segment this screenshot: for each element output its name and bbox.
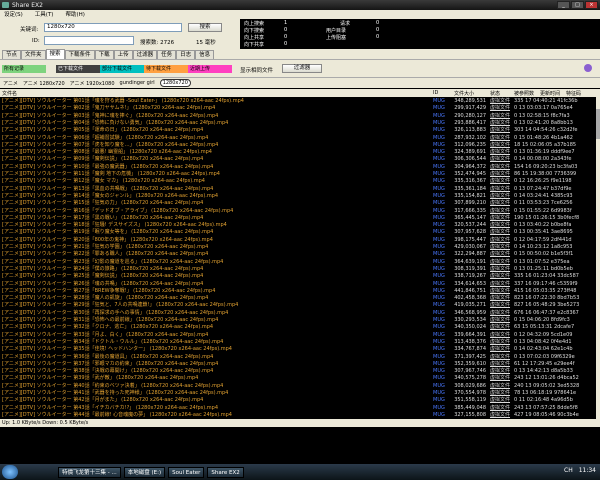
maximize-button[interactable]: □ xyxy=(571,1,584,9)
down-node-label: 向下共享 xyxy=(244,42,265,48)
filter-recent-upload[interactable]: 近期上传 xyxy=(188,65,232,73)
tab-upload[interactable]: 上传 xyxy=(113,50,133,59)
filter-button[interactable]: 过滤器 xyxy=(282,64,322,73)
filter-pending[interactable]: 待下载文件 xyxy=(144,65,188,73)
column-count[interactable]: 被参照数 xyxy=(514,90,534,97)
column-status[interactable]: 状态 xyxy=(490,90,500,97)
up-search-label: 向上搜索 xyxy=(244,21,265,27)
system-tray: CH 11:34 xyxy=(564,467,596,474)
column-id[interactable]: ID xyxy=(433,90,438,96)
tab-folders[interactable]: 文件夹 xyxy=(21,50,46,59)
title-bar: Share EX2 _ □ × xyxy=(0,0,600,10)
up-node-label: 向上共享 xyxy=(244,35,265,41)
request-label: 请求 xyxy=(340,21,351,27)
filter-all[interactable]: 所有记录 xyxy=(2,65,46,73)
search-button[interactable]: 搜索 xyxy=(188,23,222,32)
taskbar-item-4[interactable]: Share EX2 xyxy=(207,466,244,478)
file-stats-cell: 427 19 08:05:46 90c3b4e xyxy=(514,411,579,418)
search-time: 15 毫秒 xyxy=(196,40,216,46)
tab-info[interactable]: 信息 xyxy=(195,50,215,59)
request-value: 0 xyxy=(376,20,380,26)
down-search-value: 0 xyxy=(284,27,288,33)
column-size[interactable]: 文件大小 xyxy=(454,90,474,97)
tab-filter[interactable]: 过滤器 xyxy=(132,50,158,59)
menu-bar: 设定(S) 工具(T) 帮助(H) xyxy=(0,10,600,18)
file-name-cell: [アニメ][DTV] ソウルイーター 第44話「最前線! 心音魂魔の夢」 (12… xyxy=(2,411,232,418)
filter-partial[interactable]: 部分下载文件 xyxy=(100,65,144,73)
taskbar: 特價飞龙第十三集 - ... 本地磁盘 (E:) Soul Eater Shar… xyxy=(0,464,600,480)
tab-download[interactable]: 下载 xyxy=(94,50,114,59)
desktop-area xyxy=(0,427,600,464)
tab-tasks[interactable]: 任务 xyxy=(157,50,177,59)
preset-1280x720[interactable]: 1280x720 xyxy=(159,79,191,87)
scrollbar-thumb[interactable] xyxy=(596,109,600,139)
vertical-scrollbar[interactable] xyxy=(596,89,600,419)
start-button[interactable] xyxy=(2,465,18,479)
keyword-input[interactable]: 1280x720 xyxy=(44,23,182,32)
file-status-cell: 虚拟文件 xyxy=(490,411,511,418)
column-rate[interactable]: 更新时间 xyxy=(540,90,560,97)
filter-bar: 所有记录 已下载文件 部分下载文件 待下载文件 近期上传 显示相同文件 过滤器 xyxy=(0,59,600,78)
language-indicator[interactable]: CH xyxy=(564,467,573,474)
preset-anime-1080[interactable]: アニメ 1920x1080 xyxy=(70,80,115,87)
upload-block-label: 上传阻塞 xyxy=(326,35,347,41)
upload-block-value: 0 xyxy=(376,34,380,40)
column-hash[interactable]: 特征码 xyxy=(566,90,581,97)
show-matching-checkbox[interactable]: 显示相同文件 xyxy=(240,66,273,74)
id-label: ID: xyxy=(32,38,40,44)
filter-downloaded[interactable]: 已下载文件 xyxy=(56,65,100,73)
table-row[interactable]: [アニメ][DTV] ソウルイーター 第44話「最前線! 心音魂魔の夢」 (12… xyxy=(0,411,596,419)
users-label: 用户目录 xyxy=(326,28,347,34)
menu-settings[interactable]: 设定(S) xyxy=(4,10,23,18)
taskbar-item-3[interactable]: Soul Eater xyxy=(168,466,205,478)
stats-panel: 向上搜索 1 向下搜索 0 向上共享 0 向下共享 0 请求 0 用户目录 0 … xyxy=(240,19,600,49)
file-id-cell: MUG xyxy=(433,411,445,418)
up-search-value: 1 xyxy=(284,20,288,26)
down-search-label: 向下搜索 xyxy=(244,28,265,34)
up-node-value: 0 xyxy=(284,34,288,40)
status-bar: Up: 1.0 KByte/s Down: 0.5 KByte/s xyxy=(0,419,600,427)
window-controls: _ □ × xyxy=(557,1,598,9)
file-size-cell: 327,155,808 xyxy=(454,411,486,418)
column-name[interactable]: 文件名 xyxy=(2,90,17,97)
taskbar-item-1[interactable]: 特價飞龙第十三集 - ... xyxy=(58,466,121,478)
taskbar-item-2[interactable]: 本地磁盘 (E:) xyxy=(123,466,166,478)
app-icon xyxy=(2,2,9,8)
menu-help[interactable]: 帮助(H) xyxy=(65,10,84,18)
tab-bar: 节点 文件夹 搜索 下载条件 下载 上传 过滤器 任务 日志 信息 xyxy=(0,49,600,59)
tab-search[interactable]: 搜索 xyxy=(45,49,65,59)
preset-anime-720[interactable]: アニメ 1280x720 xyxy=(23,80,65,87)
menu-tools[interactable]: 工具(T) xyxy=(35,10,54,18)
keyword-label: 关键词: xyxy=(20,27,39,33)
preset-anime[interactable]: アニメ xyxy=(3,80,18,87)
down-node-value: 0 xyxy=(284,41,288,47)
users-value: 0 xyxy=(376,27,380,33)
tab-log[interactable]: 日志 xyxy=(176,50,196,59)
preset-bar: アニメ アニメ 1280x720 アニメ 1920x1080 gundinger… xyxy=(0,77,600,88)
window-title: Share EX2 xyxy=(12,1,43,9)
search-count: 搜索数: 2726 xyxy=(140,40,175,46)
settings-icon[interactable] xyxy=(584,64,592,72)
search-panel: 关键词: 1280x720 搜索 ID: 搜索数: 2726 15 毫秒 向上搜… xyxy=(0,18,600,50)
tab-nodes[interactable]: 节点 xyxy=(2,50,22,59)
preset-gundinger[interactable]: gundinger girl xyxy=(120,80,155,86)
tab-download-conditions[interactable]: 下载条件 xyxy=(64,50,95,59)
clock: 11:34 xyxy=(578,467,596,474)
id-input[interactable] xyxy=(44,36,134,45)
close-button[interactable]: × xyxy=(585,1,598,9)
file-list: [アニメ][DTV] ソウルイーター 第01話「魂を狩る武器 -Soul Eat… xyxy=(0,97,596,419)
minimize-button[interactable]: _ xyxy=(557,1,570,9)
